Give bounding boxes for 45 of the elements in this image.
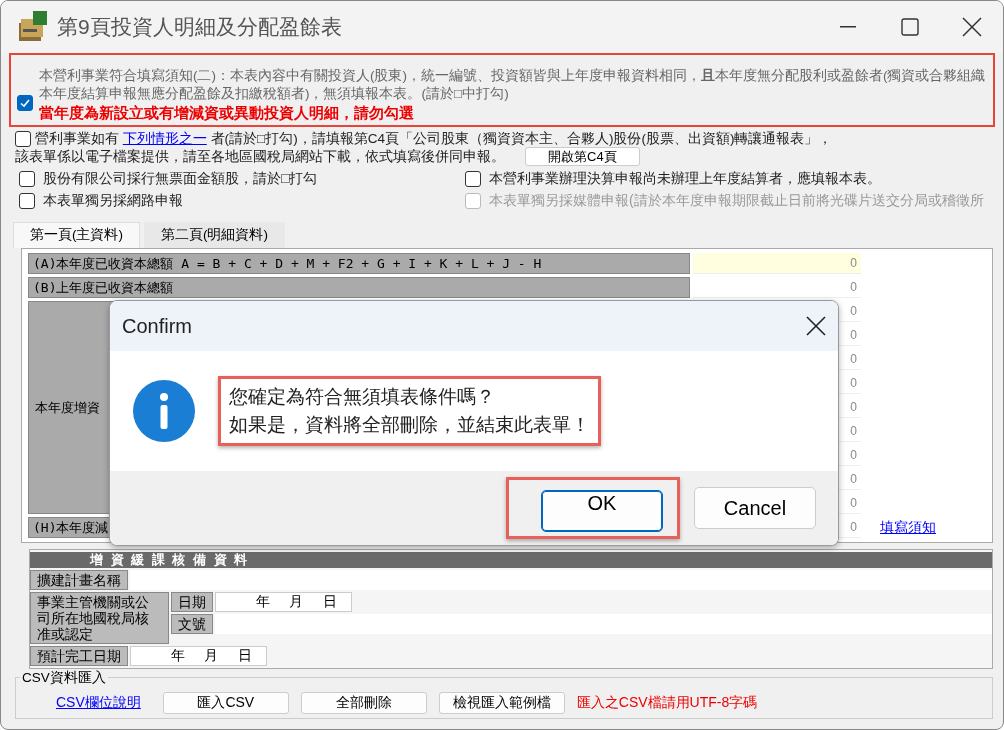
c4-notice-text: 營利事業如有 下列情形之一 者(請於□打勾)，請填報第C4頁「公司股東（獨資資本主、合夥人)股份(股票、出資額)轉讓通報表」， <box>35 131 833 147</box>
csv-button[interactable]: 檢視匯入範例檔 <box>438 692 565 714</box>
field-label: 事業主管機關或公司所在地國稅局核准或認定 <box>30 592 169 644</box>
checkbox[interactable] <box>17 95 33 111</box>
conditions-link[interactable]: 下列情形之一 <box>122 131 207 146</box>
field-label: 日期 <box>171 592 213 612</box>
field-label: 文號 <box>171 614 213 634</box>
open-c4-button[interactable]: 開啟第C4頁 <box>525 147 640 166</box>
plan-name-field[interactable] <box>130 570 992 590</box>
csv-fields-link[interactable]: CSV欄位說明 <box>56 694 141 712</box>
section-header: 增 資 緩 課 核 備 資 料 <box>30 552 992 568</box>
tab[interactable]: 第一頁(主資料) <box>13 222 140 248</box>
group-title: CSV資料匯入 <box>20 669 108 687</box>
encoding-note: 匯入之CSV檔請用UTF-8字碼 <box>576 694 758 712</box>
amount-field[interactable]: 0 <box>693 253 861 274</box>
date-field[interactable]: 年 月 日 <box>215 592 352 612</box>
close-icon[interactable] <box>806 316 826 336</box>
checkbox-label: 本營利事業辦理決算申報尚未辦理上年度結算者，應填報本表。 <box>489 170 881 188</box>
dialog-message: 您確定為符合無須填表條件嗎？ <box>229 385 496 409</box>
window-title: 第9頁投資人明細及分配盈餘表 <box>57 14 343 40</box>
warning-text: 當年度為新設立或有增減資或異動投資人明細，請勿勾選 <box>39 103 415 123</box>
checkbox[interactable] <box>19 171 35 187</box>
notice-text: 本營利事業符合填寫須知(二)：本表內容中有關投資人(股東)，統一編號、投資額皆與上年度申報資料相同，且本年度無分配股利或盈餘者(獨資或合夥組織本年度結算申報無應分配盈餘及扣繳稅額者)，無須填報本表。(請於□中打勾) <box>39 67 987 103</box>
field-label: 擴建計畫名稱 <box>30 570 128 590</box>
checkbox[interactable] <box>15 131 31 147</box>
row-label: (B)上年度已收資本總額 <box>28 277 690 298</box>
tab[interactable]: 第二頁(明細資料) <box>144 222 285 248</box>
csv-button[interactable]: 全部刪除 <box>300 692 427 714</box>
document-number-field[interactable] <box>215 614 992 634</box>
info-icon <box>132 379 196 443</box>
row-label: (A)本年度已收資本總額 A = B + C + D + M + F2 + G + I + K + L + J - H <box>28 253 690 274</box>
checkbox[interactable] <box>19 193 35 209</box>
ok-button[interactable]: OK <box>541 490 663 532</box>
checkbox[interactable] <box>465 171 481 187</box>
csv-button[interactable]: 匯入CSV <box>162 692 289 714</box>
instructions-link[interactable]: 填寫須知 <box>880 518 936 537</box>
cancel-button[interactable]: Cancel <box>694 487 816 529</box>
checkbox-label: 股份有限公司採行無票面金額股，請於□打勾 <box>43 170 318 188</box>
dialog-message: 如果是，資料將全部刪除，並結束此表單！ <box>229 413 590 437</box>
checkbox-label: 本表單獨另採媒體申報(請於本年度申報期限截止日前將光碟片送交分局或稽徵所 <box>489 192 984 210</box>
field-label: 預計完工日期 <box>30 646 128 666</box>
c4-notice-text: 該表單係以電子檔案提供，請至各地區國稅局網站下載，依式填寫後併同申報。 <box>15 148 505 165</box>
dialog-title: Confirm <box>122 314 192 338</box>
date-field[interactable]: 年 月 日 <box>130 646 267 666</box>
checkbox-label: 本表單獨另採網路申報 <box>43 192 183 210</box>
